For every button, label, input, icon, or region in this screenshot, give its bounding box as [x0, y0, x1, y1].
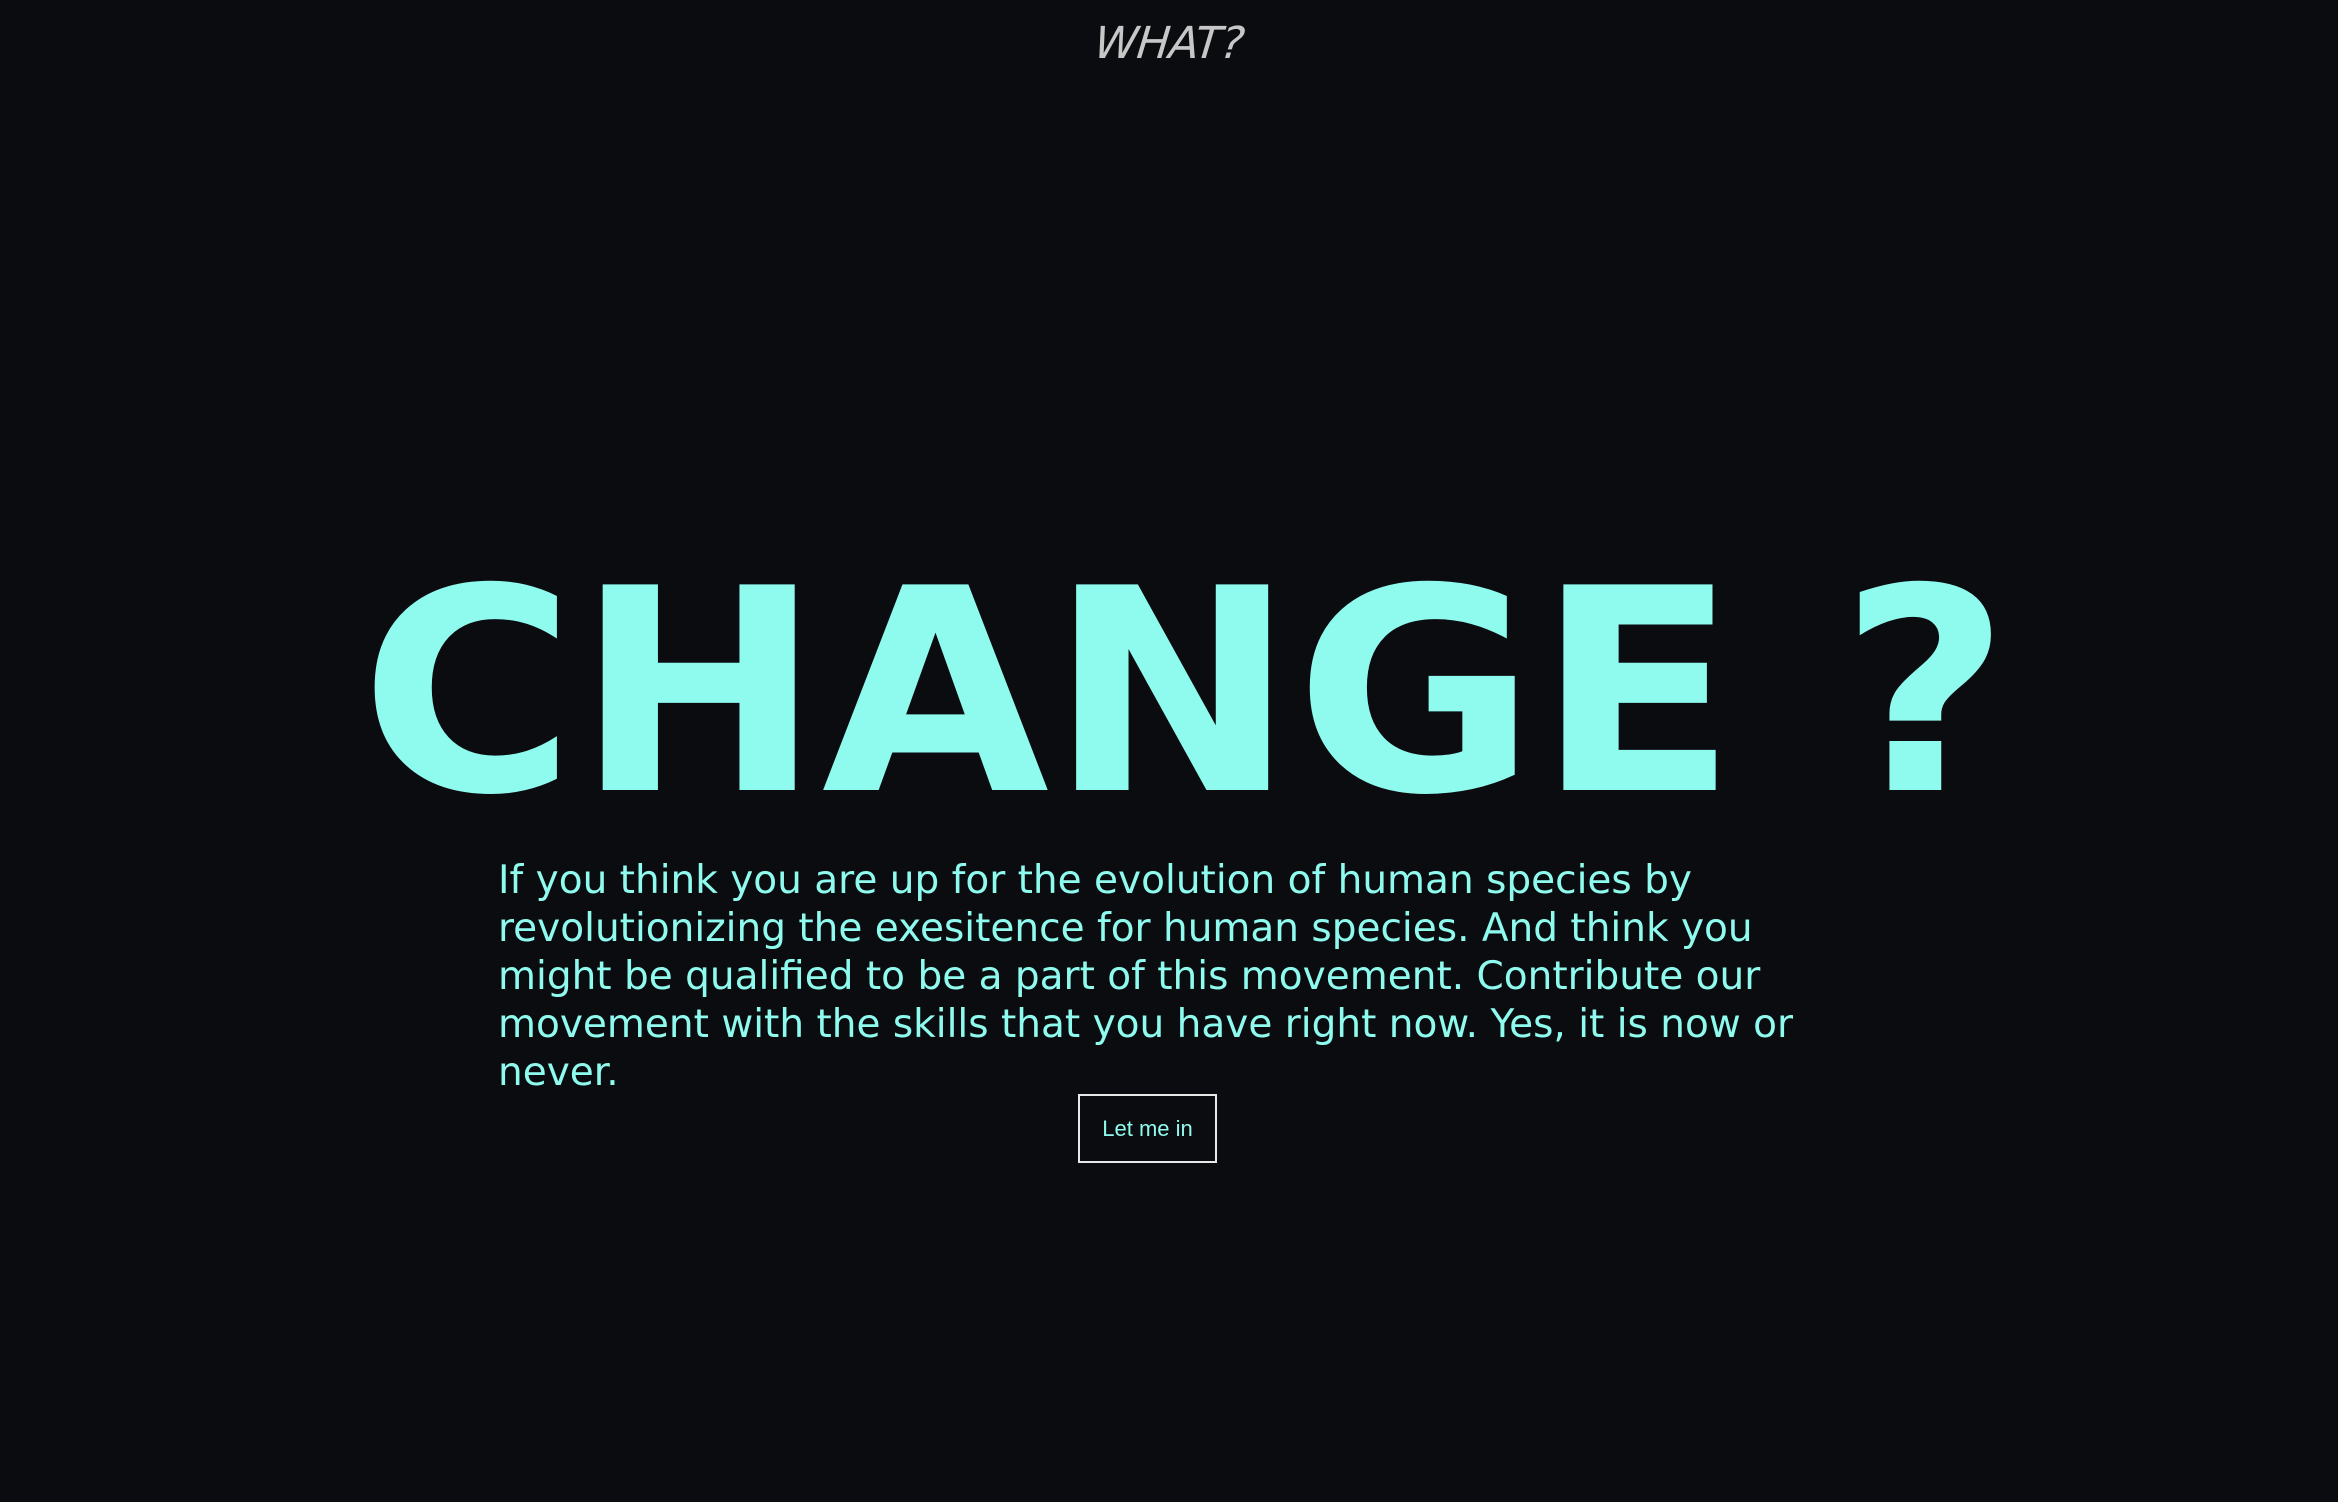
- headline-text: CHANGE ?: [360, 580, 2010, 800]
- landing-page: WHAT? CHANGE ? If you think you are up f…: [0, 0, 2338, 1502]
- headline-svg: CHANGE ?: [360, 580, 2010, 800]
- hero-description: If you think you are up for the evolutio…: [498, 858, 1794, 1095]
- top-what-label: WHAT?: [1091, 18, 1247, 69]
- let-me-in-button[interactable]: Let me in: [1078, 1094, 1217, 1163]
- hero-headline: CHANGE ?: [360, 580, 2010, 800]
